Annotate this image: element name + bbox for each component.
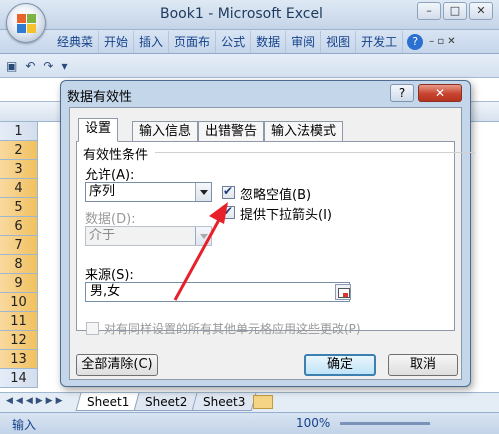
- allow-value: 序列: [89, 184, 116, 199]
- row-header[interactable]: 7: [0, 236, 38, 255]
- ribbon-tabs: 经典菜 开始 插入 页面布 公式 数据 审阅 视图 开发工 ? – ▫ ✕: [0, 30, 499, 54]
- ok-button[interactable]: 确定: [304, 354, 376, 376]
- sheet-nav-icon[interactable]: ◀◀◀▶▶▶: [6, 396, 66, 406]
- ribbon-window-controls[interactable]: – ▫ ✕: [429, 36, 456, 47]
- close-window-button[interactable]: ✕: [469, 2, 493, 20]
- ribbon-tab-review[interactable]: 审阅: [286, 30, 322, 53]
- ignore-blank-checkbox[interactable]: [222, 184, 235, 199]
- source-label: 来源(S):: [85, 268, 134, 283]
- ribbon-tab-data[interactable]: 数据: [251, 30, 287, 53]
- office-button[interactable]: [6, 3, 46, 43]
- source-value: 男,女: [90, 284, 121, 299]
- row-header[interactable]: 2: [0, 141, 38, 160]
- ribbon-tab-classic-menu[interactable]: 经典菜: [52, 30, 100, 53]
- zoom-slider[interactable]: [340, 422, 430, 425]
- ribbon-tab-formulas[interactable]: 公式: [216, 30, 252, 53]
- zoom-level[interactable]: 100%: [296, 416, 330, 430]
- ribbon-tab-page-layout[interactable]: 页面布: [169, 30, 217, 53]
- redo-icon[interactable]: ↷: [43, 59, 53, 73]
- data-value: 介于: [89, 228, 116, 243]
- row-headers: 1 2 3 4 5 6 7 8 9 10 11 12 13 14: [0, 122, 38, 388]
- title-bar: Book1 - Microsoft Excel – □ ✕: [0, 0, 499, 30]
- ribbon-tab-home[interactable]: 开始: [99, 30, 135, 53]
- data-select[interactable]: 介于: [85, 226, 212, 246]
- tab-input-message[interactable]: 输入信息: [132, 121, 199, 141]
- help-icon[interactable]: ?: [407, 33, 424, 50]
- ribbon-tab-view[interactable]: 视图: [321, 30, 357, 53]
- row-header[interactable]: 11: [0, 312, 38, 331]
- row-header[interactable]: 6: [0, 217, 38, 236]
- ribbon-tab-developer[interactable]: 开发工: [356, 30, 404, 53]
- source-input[interactable]: 男,女: [85, 282, 351, 302]
- sheet-tab-1[interactable]: Sheet1: [75, 393, 141, 411]
- ribbon-tab-insert[interactable]: 插入: [134, 30, 170, 53]
- row-header[interactable]: 1: [0, 122, 38, 141]
- tab-settings[interactable]: 设置: [78, 118, 119, 142]
- dialog-help-button[interactable]: ?: [390, 84, 414, 102]
- in-cell-dropdown-checkbox[interactable]: [222, 204, 235, 219]
- save-icon[interactable]: ▣: [6, 59, 17, 73]
- row-header[interactable]: 8: [0, 255, 38, 274]
- allow-select[interactable]: 序列: [85, 182, 212, 202]
- dialog-close-button[interactable]: ✕: [418, 84, 462, 102]
- row-header[interactable]: 9: [0, 274, 38, 293]
- dialog-body: 设置 输入信息 出错警告 输入法模式 有效性条件 允许(A): 序列 数据(D)…: [69, 107, 475, 380]
- validation-criteria-label: 有效性条件: [83, 148, 149, 163]
- row-header[interactable]: 10: [0, 293, 38, 312]
- apply-all-checkbox[interactable]: [86, 322, 99, 335]
- cancel-button[interactable]: 取消: [388, 354, 458, 376]
- quick-access-toolbar: ▣ ↶ ↷ ▾: [0, 54, 499, 78]
- chevron-down-icon[interactable]: [195, 183, 211, 201]
- allow-label: 允许(A):: [85, 168, 135, 183]
- undo-icon[interactable]: ↶: [25, 59, 35, 73]
- window-title: Book1 - Microsoft Excel: [160, 6, 323, 22]
- office-logo-icon: [17, 14, 37, 34]
- ignore-blank-label[interactable]: 忽略空值(B): [240, 184, 311, 203]
- settings-panel: 有效性条件 允许(A): 序列 数据(D): 介于 忽略空值(B) 提供下拉箭头…: [76, 141, 475, 331]
- row-header[interactable]: 5: [0, 198, 38, 217]
- maximize-button[interactable]: □: [443, 2, 467, 20]
- row-header[interactable]: 12: [0, 331, 38, 350]
- dialog-title: 数据有效性: [67, 90, 133, 105]
- customize-toolbar-icon[interactable]: ▾: [61, 59, 67, 73]
- row-header[interactable]: 14: [0, 369, 38, 388]
- row-header[interactable]: 4: [0, 179, 38, 198]
- status-mode: 输入: [12, 418, 37, 432]
- group-divider: [155, 152, 475, 153]
- insert-sheet-icon[interactable]: [253, 395, 273, 409]
- data-validation-dialog: 数据有效性 ? ✕ 设置 输入信息 出错警告 输入法模式 有效性条件 允许(A)…: [60, 80, 475, 387]
- row-header[interactable]: 13: [0, 350, 38, 369]
- status-bar: 输入 100%: [0, 412, 499, 434]
- sheet-tab-3[interactable]: Sheet3: [191, 393, 257, 411]
- data-label: 数据(D):: [85, 212, 136, 227]
- tab-error-alert[interactable]: 出错警告: [198, 121, 265, 141]
- tab-ime-mode[interactable]: 输入法模式: [264, 121, 344, 141]
- sheet-tab-2[interactable]: Sheet2: [133, 393, 199, 411]
- minimize-button[interactable]: –: [417, 2, 441, 20]
- clear-all-button[interactable]: 全部清除(C): [76, 354, 158, 376]
- apply-all-label[interactable]: 对有同样设置的所有其他单元格应用这些更改(P): [104, 320, 361, 337]
- window-controls: – □ ✕: [417, 2, 493, 20]
- row-header[interactable]: 3: [0, 160, 38, 179]
- in-cell-dropdown-label[interactable]: 提供下拉箭头(I): [240, 204, 332, 223]
- chevron-down-icon[interactable]: [195, 227, 211, 245]
- range-select-icon[interactable]: [335, 284, 351, 300]
- sheet-tab-bar: ◀◀◀▶▶▶ Sheet1 Sheet2 Sheet3: [0, 392, 499, 412]
